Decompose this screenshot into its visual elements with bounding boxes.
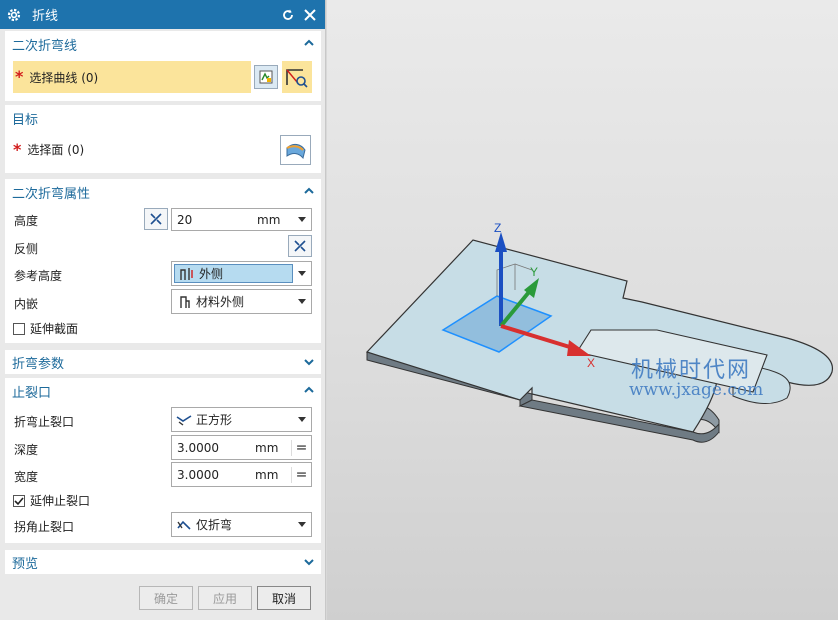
ref-height-selected: 外侧	[174, 264, 293, 283]
section-preview-title: 预览	[12, 556, 39, 572]
bend-only-icon	[177, 520, 191, 530]
ref-height-value: 外侧	[199, 267, 224, 281]
height-value: 20	[177, 212, 193, 227]
apply-button[interactable]: 应用	[198, 586, 252, 610]
section-target: 目标 * 选择面 (0)	[5, 105, 321, 173]
corner-relief-label: 拐角止裂口	[14, 520, 75, 534]
width-value: 3.0000	[177, 467, 219, 482]
height-unit: mm	[257, 212, 281, 227]
extend-section-label: 延伸截面	[30, 322, 79, 336]
reverse-label: 反侧	[14, 242, 39, 256]
dialog-title-bar: 折线	[0, 0, 325, 29]
chevron-up-icon[interactable]	[303, 384, 315, 396]
select-curve-label: 选择曲线 (0)	[29, 70, 99, 85]
equals-icon[interactable]: =	[291, 439, 311, 456]
section-relief: 止裂口 折弯止裂口 正方形 深度 3.0000 mm = 宽度 3.0000 m…	[5, 378, 321, 543]
reset-icon[interactable]	[279, 6, 297, 24]
flip-side-icon	[294, 240, 306, 252]
dropdown-arrow-icon[interactable]	[293, 271, 311, 276]
dropdown-arrow-icon[interactable]	[293, 299, 311, 304]
reverse-side-button[interactable]	[288, 235, 312, 257]
sheet-metal-model: Z Y X	[365, 221, 834, 443]
close-icon[interactable]	[301, 6, 319, 24]
ref-height-label: 参考高度	[14, 269, 63, 283]
width-unit: mm	[255, 467, 279, 482]
dropdown-arrow-icon[interactable]	[293, 217, 311, 222]
section-preview: 预览	[5, 550, 321, 574]
inset-label: 内嵌	[14, 297, 39, 311]
required-icon: *	[13, 139, 22, 159]
bend-relief-label: 折弯止裂口	[14, 415, 75, 429]
select-face-button[interactable]	[280, 135, 311, 165]
width-input[interactable]: 3.0000 mm =	[171, 462, 312, 487]
section-bend-params-title: 折弯参数	[12, 356, 65, 372]
bend-relief-value: 正方形	[196, 413, 233, 427]
bend-dialog: 折线 二次折弯线 * 选择曲线 (0) 目标 * 选择面 (0) 二次折弯属性 …	[0, 0, 326, 620]
chevron-down-icon[interactable]	[303, 556, 315, 568]
z-axis-arrow	[495, 232, 507, 252]
curve-select-button[interactable]	[282, 61, 312, 93]
bend-relief-select[interactable]: 正方形	[171, 407, 312, 432]
height-reverse-button[interactable]	[144, 208, 168, 230]
extend-relief-row[interactable]: 延伸止裂口	[13, 492, 313, 509]
select-face-row[interactable]: * 选择面 (0)	[13, 141, 313, 158]
depth-label: 深度	[14, 443, 39, 457]
corner-relief-select[interactable]: 仅折弯	[171, 512, 312, 537]
dropdown-arrow-icon[interactable]	[293, 522, 311, 527]
sketch-icon	[259, 70, 273, 84]
extend-section-row[interactable]: 延伸截面	[13, 320, 313, 337]
section-bend-line-header[interactable]: 二次折弯线	[5, 31, 321, 57]
depth-input[interactable]: 3.0000 mm =	[171, 435, 312, 460]
section-properties: 二次折弯属性 高度 20 mm 反侧 参考高度 外侧 内嵌 材料外侧 延伸截面	[5, 179, 321, 343]
cancel-button[interactable]: 取消	[257, 586, 311, 610]
z-axis-label: Z	[494, 221, 501, 235]
gear-icon[interactable]	[6, 7, 22, 23]
section-target-header[interactable]: 目标	[5, 105, 321, 131]
outer-height-icon	[180, 267, 193, 280]
face-icon	[286, 143, 306, 160]
extend-relief-label: 延伸止裂口	[30, 494, 91, 508]
y-axis-label: Y	[530, 265, 538, 279]
flip-direction-icon	[150, 213, 162, 225]
chevron-up-icon[interactable]	[303, 37, 315, 49]
section-bend-params-header[interactable]: 折弯参数	[5, 350, 321, 374]
dialog-title: 折线	[32, 9, 59, 24]
extend-section-checkbox[interactable]	[13, 322, 25, 335]
watermark-url: www.jxage.com	[629, 380, 764, 400]
inset-select[interactable]: 材料外侧	[171, 289, 312, 314]
equals-icon[interactable]: =	[291, 466, 311, 483]
curve-icon	[286, 69, 308, 88]
width-label: 宽度	[14, 470, 39, 484]
section-bend-params: 折弯参数	[5, 350, 321, 374]
inset-value: 材料外侧	[196, 295, 245, 309]
select-curve-field[interactable]: * 选择曲线 (0)	[13, 61, 251, 93]
chevron-down-icon[interactable]	[303, 356, 315, 368]
section-relief-title: 止裂口	[12, 385, 52, 401]
extend-relief-checkbox[interactable]	[13, 494, 25, 507]
ok-button[interactable]: 确定	[139, 586, 193, 610]
x-axis-label: X	[587, 356, 595, 370]
section-relief-header[interactable]: 止裂口	[5, 378, 321, 404]
section-target-title: 目标	[12, 112, 39, 128]
section-bend-line: 二次折弯线 * 选择曲线 (0)	[5, 31, 321, 101]
chevron-up-icon[interactable]	[303, 185, 315, 197]
section-properties-header[interactable]: 二次折弯属性	[5, 179, 321, 205]
dropdown-arrow-icon[interactable]	[293, 417, 311, 422]
depth-value: 3.0000	[177, 440, 219, 455]
section-bend-line-title: 二次折弯线	[12, 38, 78, 54]
material-outside-icon	[180, 295, 190, 308]
section-properties-title: 二次折弯属性	[12, 186, 91, 202]
section-preview-header[interactable]: 预览	[5, 550, 321, 574]
select-face-label: 选择面 (0)	[27, 143, 85, 157]
height-input[interactable]: 20 mm	[171, 208, 312, 231]
corner-relief-value: 仅折弯	[196, 518, 233, 532]
check-icon	[14, 496, 24, 505]
square-relief-icon	[176, 414, 192, 426]
height-label: 高度	[14, 214, 39, 228]
depth-unit: mm	[255, 440, 279, 455]
ref-height-select[interactable]: 外侧	[171, 261, 312, 286]
required-icon: *	[15, 67, 24, 86]
graphics-viewport[interactable]: Z Y X 机械时代网 www.jxage.com	[327, 0, 838, 620]
sketch-section-button[interactable]	[254, 65, 278, 89]
